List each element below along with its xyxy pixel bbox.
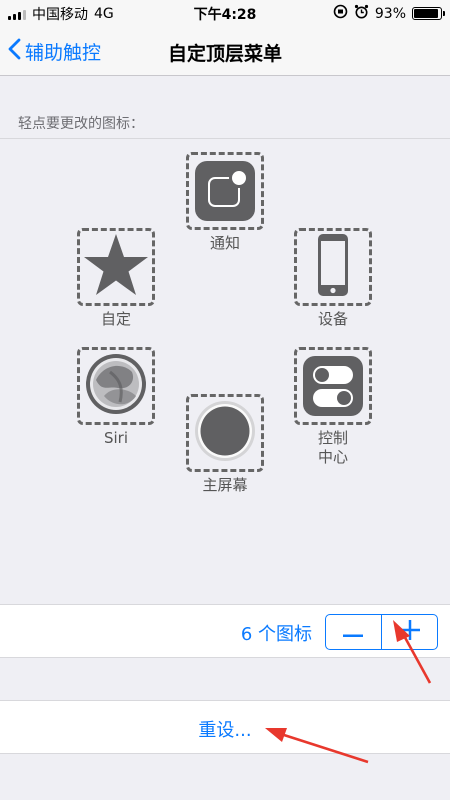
minus-icon [343,623,364,642]
status-right: 93% [333,4,445,23]
icon-count-label: 6 个图标 [240,624,312,645]
icon-label: 自定 [100,310,131,328]
icon-frame [77,228,155,306]
orientation-lock-icon [333,4,348,23]
icon-count-row: 6 个图标 [0,604,450,658]
status-bar: 中国移动 4G 下午4:28 93% [0,0,450,26]
phone-icon [316,232,350,302]
icon-count-stepper [325,614,438,650]
icon-slot-custom[interactable]: 自定 [61,228,171,329]
battery-percent: 93% [374,5,406,22]
reset-label: 重设... [198,720,252,741]
icon-frame [294,347,372,425]
navigation-bar: 辅助触控 自定顶层菜单 [0,26,450,76]
icon-slot-device[interactable]: 设备 [278,228,388,329]
page-title: 自定顶层菜单 [167,43,282,65]
increment-button[interactable] [382,615,437,649]
home-button-icon [193,399,257,467]
alarm-icon [354,4,369,23]
icon-frame [186,394,264,472]
icon-frame [294,228,372,306]
icon-slot-notifications[interactable]: 通知 [170,152,280,253]
notification-icon [195,161,255,221]
icon-slot-control-center[interactable]: 控制中心 [278,347,388,467]
icon-label: 控制中心 [317,429,348,466]
plus-icon [399,620,420,644]
section-divider [0,138,450,139]
toggle-switches-icon [303,356,363,416]
icon-frame [77,347,155,425]
icon-frame [186,152,264,230]
battery-icon [412,7,445,20]
star-icon [82,232,150,302]
icon-slot-home[interactable]: 主屏幕 [170,394,280,495]
icon-label: 设备 [317,310,348,328]
icon-label: 主屏幕 [202,476,248,494]
icon-slot-siri[interactable]: Siri [61,347,171,448]
battery-fill [414,9,439,18]
icon-label: 通知 [209,234,240,252]
section-header: 轻点要更改的图标： [18,116,144,132]
icon-label: Siri [103,429,129,447]
decrement-button[interactable] [326,615,381,649]
reset-button[interactable]: 重设... [0,700,450,754]
siri-icon [84,352,148,420]
